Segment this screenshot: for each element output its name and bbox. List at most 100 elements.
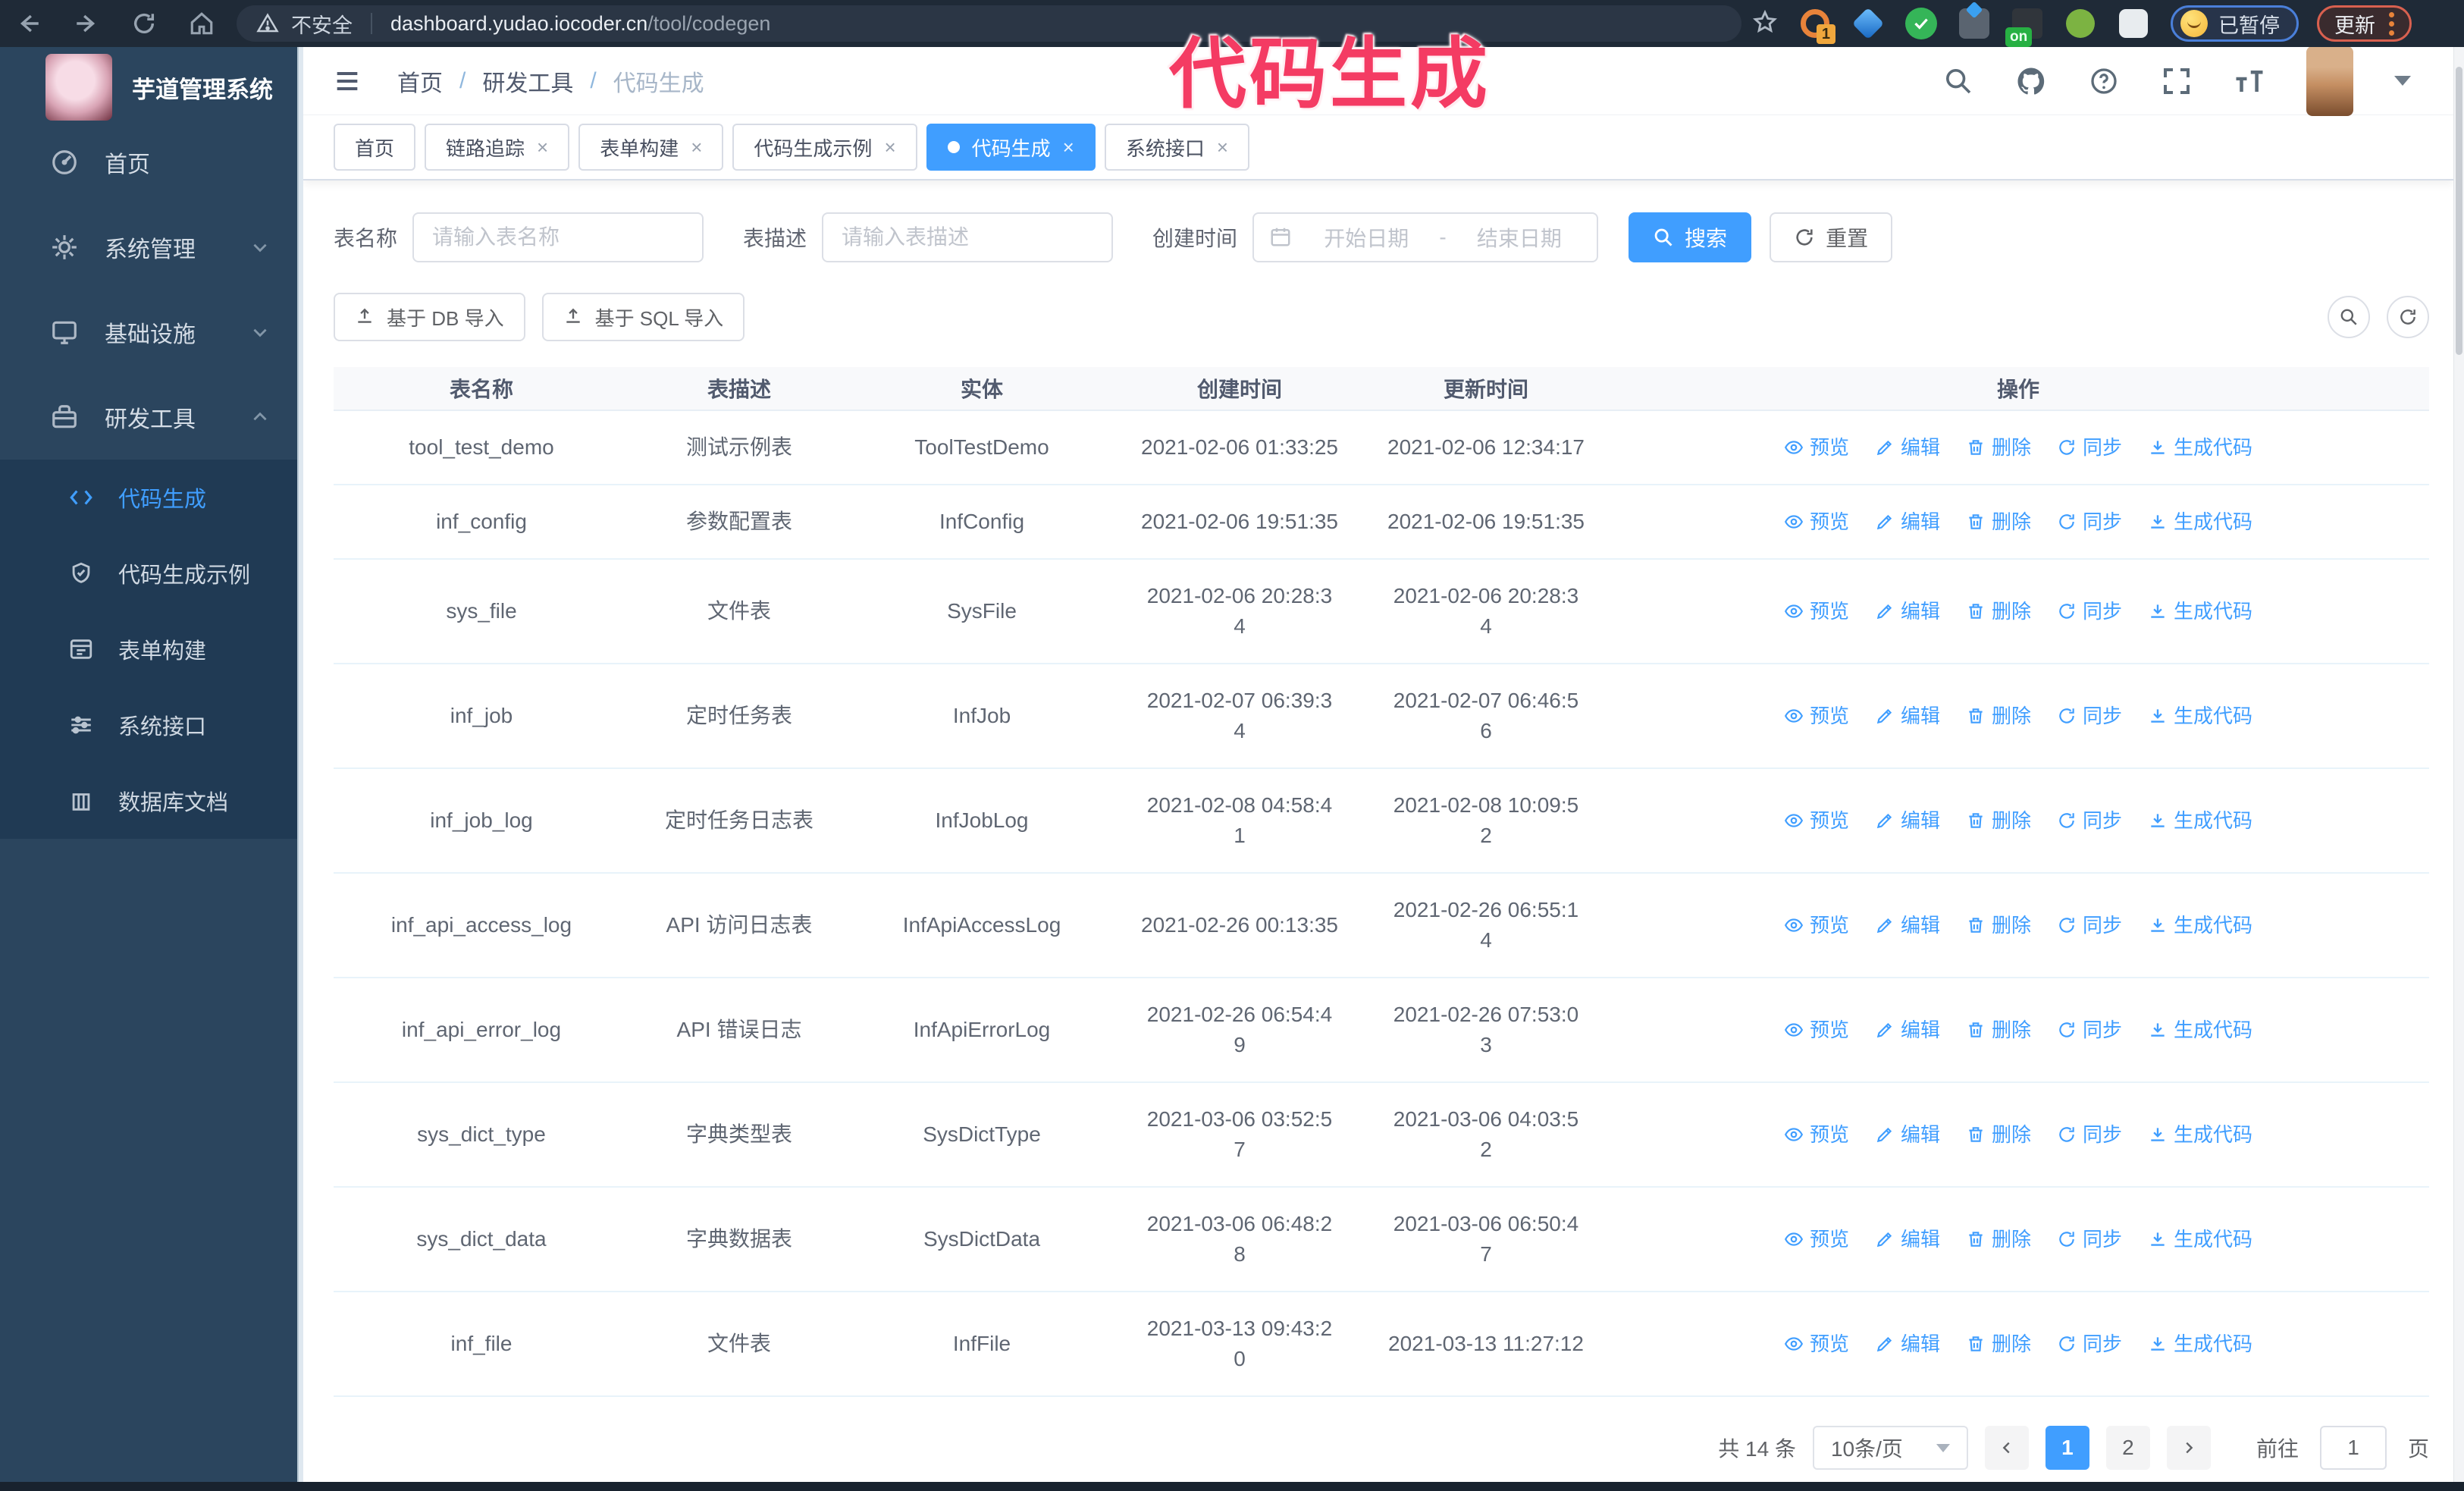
reload-icon[interactable] <box>130 10 158 37</box>
tab-close-icon[interactable]: × <box>1063 137 1074 157</box>
edit-link[interactable]: 编辑 <box>1875 507 1940 537</box>
table-desc-input[interactable] <box>822 212 1114 262</box>
font-size-icon[interactable] <box>2234 65 2265 97</box>
preview-link[interactable]: 预览 <box>1784 596 1849 626</box>
delete-link[interactable]: 删除 <box>1966 1119 2031 1150</box>
breadcrumb-devtools[interactable]: 研发工具 <box>482 64 573 98</box>
sidebar-item-home[interactable]: 首页 <box>0 120 297 205</box>
toggle-search-button[interactable] <box>2328 296 2370 338</box>
page-size-select[interactable]: 10条/页 <box>1812 1426 1968 1470</box>
chevron-down-icon[interactable] <box>2394 76 2411 86</box>
logo-row[interactable]: 芋道管理系统 <box>0 47 297 121</box>
back-icon[interactable] <box>15 10 42 37</box>
sync-link[interactable]: 同步 <box>2057 1119 2122 1150</box>
bookmark-star-icon[interactable] <box>1752 9 1778 39</box>
page-scrollbar[interactable] <box>2453 47 2464 1482</box>
search-icon[interactable] <box>1942 65 1974 97</box>
delete-link[interactable]: 删除 <box>1966 596 2031 626</box>
search-button[interactable]: 搜索 <box>1629 212 1752 262</box>
sync-link[interactable]: 同步 <box>2057 1329 2122 1359</box>
edit-link[interactable]: 编辑 <box>1875 1119 1940 1150</box>
extension-grid-icon[interactable] <box>1957 6 1992 41</box>
delete-link[interactable]: 删除 <box>1966 701 2031 731</box>
tab-close-icon[interactable]: × <box>691 137 702 157</box>
table-name-input[interactable] <box>412 212 704 262</box>
breadcrumb-home[interactable]: 首页 <box>397 64 443 98</box>
sync-link[interactable]: 同步 <box>2057 432 2122 463</box>
help-icon[interactable] <box>2088 65 2120 97</box>
delete-link[interactable]: 删除 <box>1966 1329 2031 1359</box>
preview-link[interactable]: 预览 <box>1784 1224 1849 1254</box>
submenu-item-db-doc[interactable]: 数据库文档 <box>0 763 297 839</box>
import-db-button[interactable]: 基于 DB 导入 <box>334 293 525 341</box>
tab-close-icon[interactable]: × <box>537 137 548 157</box>
delete-link[interactable]: 删除 <box>1966 805 2031 836</box>
scrollbar-thumb[interactable] <box>2456 67 2462 355</box>
date-range-picker[interactable]: 开始日期 - 结束日期 <box>1252 212 1599 262</box>
sync-link[interactable]: 同步 <box>2057 596 2122 626</box>
tab[interactable]: 系统接口 × <box>1104 124 1250 171</box>
delete-link[interactable]: 删除 <box>1966 507 2031 537</box>
edit-link[interactable]: 编辑 <box>1875 596 1940 626</box>
extension-on-icon[interactable]: on <box>2005 6 2045 47</box>
sidebar-item-system[interactable]: 系统管理 <box>0 205 297 290</box>
preview-link[interactable]: 预览 <box>1784 1015 1849 1045</box>
extension-bug-icon[interactable] <box>2063 6 2098 41</box>
preview-link[interactable]: 预览 <box>1784 1119 1849 1150</box>
generate-code-link[interactable]: 生成代码 <box>2148 910 2252 940</box>
reset-button[interactable]: 重置 <box>1770 212 1893 262</box>
extension-check-icon[interactable] <box>1904 6 1939 41</box>
tab[interactable]: 链路追踪 × <box>425 124 570 171</box>
generate-code-link[interactable]: 生成代码 <box>2148 1224 2252 1254</box>
preview-link[interactable]: 预览 <box>1784 1329 1849 1359</box>
edit-link[interactable]: 编辑 <box>1875 432 1940 463</box>
goto-page-input[interactable] <box>2319 1426 2387 1470</box>
sync-link[interactable]: 同步 <box>2057 805 2122 836</box>
extension-puzzle-icon[interactable] <box>2116 6 2151 41</box>
github-icon[interactable] <box>2015 65 2047 97</box>
import-sql-button[interactable]: 基于 SQL 导入 <box>541 293 745 341</box>
submenu-item-form-builder[interactable]: 表单构建 <box>0 611 297 687</box>
edit-link[interactable]: 编辑 <box>1875 1224 1940 1254</box>
generate-code-link[interactable]: 生成代码 <box>2148 432 2252 463</box>
sync-link[interactable]: 同步 <box>2057 701 2122 731</box>
forward-icon[interactable] <box>73 10 100 37</box>
tab-close-icon[interactable]: × <box>1217 137 1228 157</box>
fullscreen-icon[interactable] <box>2161 65 2193 97</box>
sync-link[interactable]: 同步 <box>2057 910 2122 940</box>
preview-link[interactable]: 预览 <box>1784 507 1849 537</box>
update-button[interactable]: 更新 <box>2317 5 2412 42</box>
submenu-item-codegen-example[interactable]: 代码生成示例 <box>0 535 297 611</box>
sidebar-item-infra[interactable]: 基础设施 <box>0 290 297 375</box>
edit-link[interactable]: 编辑 <box>1875 1329 1940 1359</box>
sync-link[interactable]: 同步 <box>2057 1224 2122 1254</box>
generate-code-link[interactable]: 生成代码 <box>2148 596 2252 626</box>
submenu-item-codegen[interactable]: 代码生成 <box>0 460 297 535</box>
refresh-table-button[interactable] <box>2387 296 2429 338</box>
edit-link[interactable]: 编辑 <box>1875 805 1940 836</box>
address-bar[interactable]: 不安全 dashboard.yudao.iocoder.cn/tool/code… <box>237 5 1741 42</box>
generate-code-link[interactable]: 生成代码 <box>2148 1015 2252 1045</box>
hamburger-icon[interactable] <box>331 66 364 96</box>
generate-code-link[interactable]: 生成代码 <box>2148 507 2252 537</box>
prev-page-button[interactable] <box>1984 1426 2029 1470</box>
generate-code-link[interactable]: 生成代码 <box>2148 1119 2252 1150</box>
generate-code-link[interactable]: 生成代码 <box>2148 701 2252 731</box>
home-icon[interactable] <box>188 10 215 37</box>
delete-link[interactable]: 删除 <box>1966 432 2031 463</box>
next-page-button[interactable] <box>2166 1426 2211 1470</box>
delete-link[interactable]: 删除 <box>1966 1224 2031 1254</box>
delete-link[interactable]: 删除 <box>1966 910 2031 940</box>
tab-close-icon[interactable]: × <box>884 137 895 157</box>
tab[interactable]: 表单构建 × <box>578 124 724 171</box>
browser-menu-icon[interactable] <box>2389 11 2394 36</box>
edit-link[interactable]: 编辑 <box>1875 1015 1940 1045</box>
sidebar-item-devtools[interactable]: 研发工具 <box>0 375 297 460</box>
tab[interactable]: 代码生成 × <box>926 124 1096 171</box>
edit-link[interactable]: 编辑 <box>1875 910 1940 940</box>
page-number-button[interactable]: 2 <box>2105 1426 2150 1470</box>
sync-link[interactable]: 同步 <box>2057 507 2122 537</box>
tab[interactable]: 代码生成示例 × <box>732 124 917 171</box>
preview-link[interactable]: 预览 <box>1784 701 1849 731</box>
extension-gem-icon[interactable] <box>1851 6 1886 41</box>
